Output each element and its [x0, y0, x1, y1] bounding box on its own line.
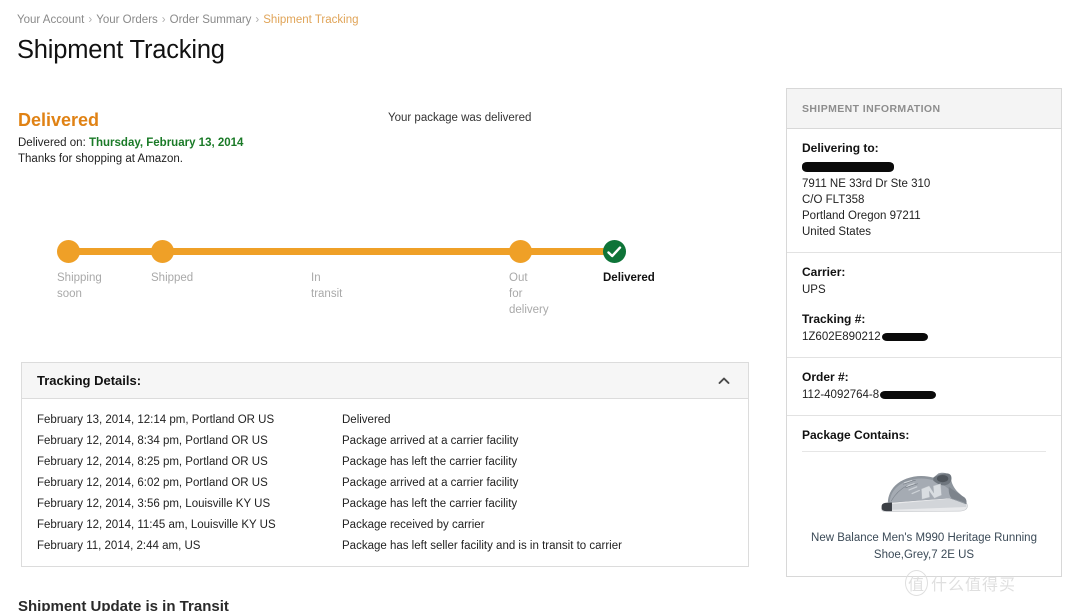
order-number-prefix: 112-4092764-8 [802, 389, 880, 401]
tracking-detail-timestamp: February 12, 2014, 8:34 pm, Portland OR … [37, 434, 268, 447]
product-title[interactable]: New Balance Men's M990 Heritage Running … [802, 530, 1046, 564]
running-shoe-image[interactable] [802, 460, 1046, 522]
order-number-section: Order #: 112-4092764-8 [787, 358, 1061, 416]
tracking-number-value[interactable]: 1Z602E890212 [802, 329, 1046, 345]
shipment-progress-tracker: Shipping soon Shipped In transit Out for delive… [0, 230, 700, 330]
tracking-number-redacted [881, 332, 928, 341]
tracking-detail-status: Package arrived at a carrier facility [342, 476, 519, 489]
tracking-detail-row: February 12, 2014, 8:34 pm, Portland OR … [22, 430, 748, 451]
tracker-step-shipping-soon: Shipping soon [57, 240, 102, 300]
step-dot-icon [57, 240, 80, 263]
shipment-information-header: SHIPMENT INFORMATION [787, 89, 1061, 129]
tracking-detail-row: February 12, 2014, 8:25 pm, Portland OR … [22, 451, 748, 472]
delivering-to-label: Delivering to: [802, 141, 879, 155]
order-number-label: Order #: [802, 370, 849, 384]
carrier-value: UPS [802, 284, 826, 296]
tracking-detail-timestamp: February 12, 2014, 3:56 pm, Louisville K… [37, 497, 271, 510]
address-line: Portland Oregon 97211 [802, 210, 921, 222]
tracking-detail-timestamp: February 13, 2014, 12:14 pm, Portland OR… [37, 413, 275, 426]
tracking-detail-timestamp: February 12, 2014, 8:25 pm, Portland OR … [37, 455, 268, 468]
tracker-step-label: In transit [311, 272, 343, 300]
tracking-number-label: Tracking #: [802, 312, 866, 326]
tracker-step-shipped: Shipped [151, 240, 193, 284]
tracker-step-delivered: Delivered [603, 240, 655, 284]
tracking-detail-status: Package received by carrier [342, 518, 485, 531]
chevron-up-icon[interactable] [716, 373, 732, 389]
watermark-ring: 值 [905, 570, 929, 596]
delivery-status-headline: Delivered [18, 110, 100, 130]
tracking-detail-row: February 11, 2014, 2:44 am, US Package ha… [22, 535, 748, 556]
tracker-step-label: Shipped [151, 272, 194, 284]
package-contains-label: Package Contains: [802, 428, 910, 442]
address-line: 7911 NE 33rd Dr Ste 310 [802, 178, 931, 190]
tracking-detail-row: February 12, 2014, 6:02 pm, Portland OR … [22, 472, 748, 493]
carrier-section: Carrier: UPS Tracking #: 1Z602E890212 [787, 253, 1061, 358]
tracking-detail-status: Package has left seller facility and is … [342, 539, 622, 552]
order-number-value[interactable]: 112-4092764-8 [802, 387, 1046, 403]
tracking-detail-timestamp: February 12, 2014, 6:02 pm, Portland OR … [37, 476, 268, 489]
tracking-details-body: February 13, 2014, 12:14 pm, Portland OR… [22, 399, 748, 566]
tracking-details-header[interactable]: Tracking Details: [22, 363, 748, 399]
delivering-to-section: Delivering to: 7911 NE 33rd Dr Ste 310 C/… [787, 129, 1061, 253]
tracker-step-out-for-delivery: Out for delivery [509, 240, 549, 316]
delivered-on-line: Delivered on: Thursday, February 13, 201… [18, 137, 243, 149]
tracking-detail-row: February 12, 2014, 11:45 am, Louisville … [22, 514, 748, 535]
tracking-detail-status: Package has left the carrier facility [342, 497, 518, 510]
tracking-number-prefix: 1Z602E890212 [802, 331, 881, 343]
watermark-text: 什么值得买 [931, 577, 1017, 594]
tracking-detail-row: February 12, 2014, 3:56 pm, Louisville K… [22, 493, 748, 514]
step-dot-icon [509, 240, 532, 263]
thanks-message: Thanks for shopping at Amazon. [18, 153, 183, 165]
address-line: C/O FLT358 [802, 194, 865, 206]
delivering-to-address: 7911 NE 33rd Dr Ste 310 C/O FLT358 Portlan… [802, 176, 1046, 240]
tracking-detail-timestamp: February 12, 2014, 11:45 am, Louisville … [37, 518, 276, 531]
delivered-on-date: Thursday, February 13, 2014 [88, 137, 244, 149]
shipment-information-panel: SHIPMENT INFORMATION Delivering to: 7911… [786, 88, 1062, 577]
address-line: United States [802, 226, 872, 238]
tracking-detail-status: Package arrived at a carrier facility [342, 434, 519, 447]
order-number-redacted [880, 390, 937, 399]
tracking-details-card: Tracking Details: February 13, 2014, 12:… [21, 362, 749, 567]
tracker-step-label: Delivered [603, 272, 655, 284]
delivery-status-note: Your package was delivered [388, 112, 532, 124]
tracking-detail-status: Package has left the carrier facility [342, 455, 518, 468]
package-contains-section: Package Contains: New Balance Men's M990… [787, 416, 1061, 576]
watermark: 值什么值得买 [905, 570, 1016, 596]
step-dot-icon [151, 240, 174, 263]
shipment-information-title: SHIPMENT INFORMATION [802, 102, 941, 115]
delivered-on-label: Delivered on: [18, 137, 86, 149]
tracker-step-label: Shipping soon [57, 272, 102, 300]
carrier-label: Carrier: [802, 265, 846, 279]
tracking-details-title: Tracking Details: [37, 373, 142, 388]
main-content: Delivered Your package was delivered Del… [0, 0, 770, 611]
divider [802, 451, 1046, 452]
tracking-detail-status: Delivered [342, 413, 391, 426]
tracking-detail-timestamp: February 11, 2014, 2:44 am, US [37, 539, 201, 552]
next-section-heading: Shipment Update is in Transit [18, 598, 229, 611]
recipient-name-redacted [802, 162, 894, 173]
tracking-detail-row: February 13, 2014, 12:14 pm, Portland OR… [22, 409, 748, 430]
shipment-tracking-page: Your Account › Your Orders › Order Summary › S… [0, 0, 1080, 611]
tracker-step-label: Out for delivery [509, 272, 549, 316]
delivered-check-icon [603, 240, 626, 263]
